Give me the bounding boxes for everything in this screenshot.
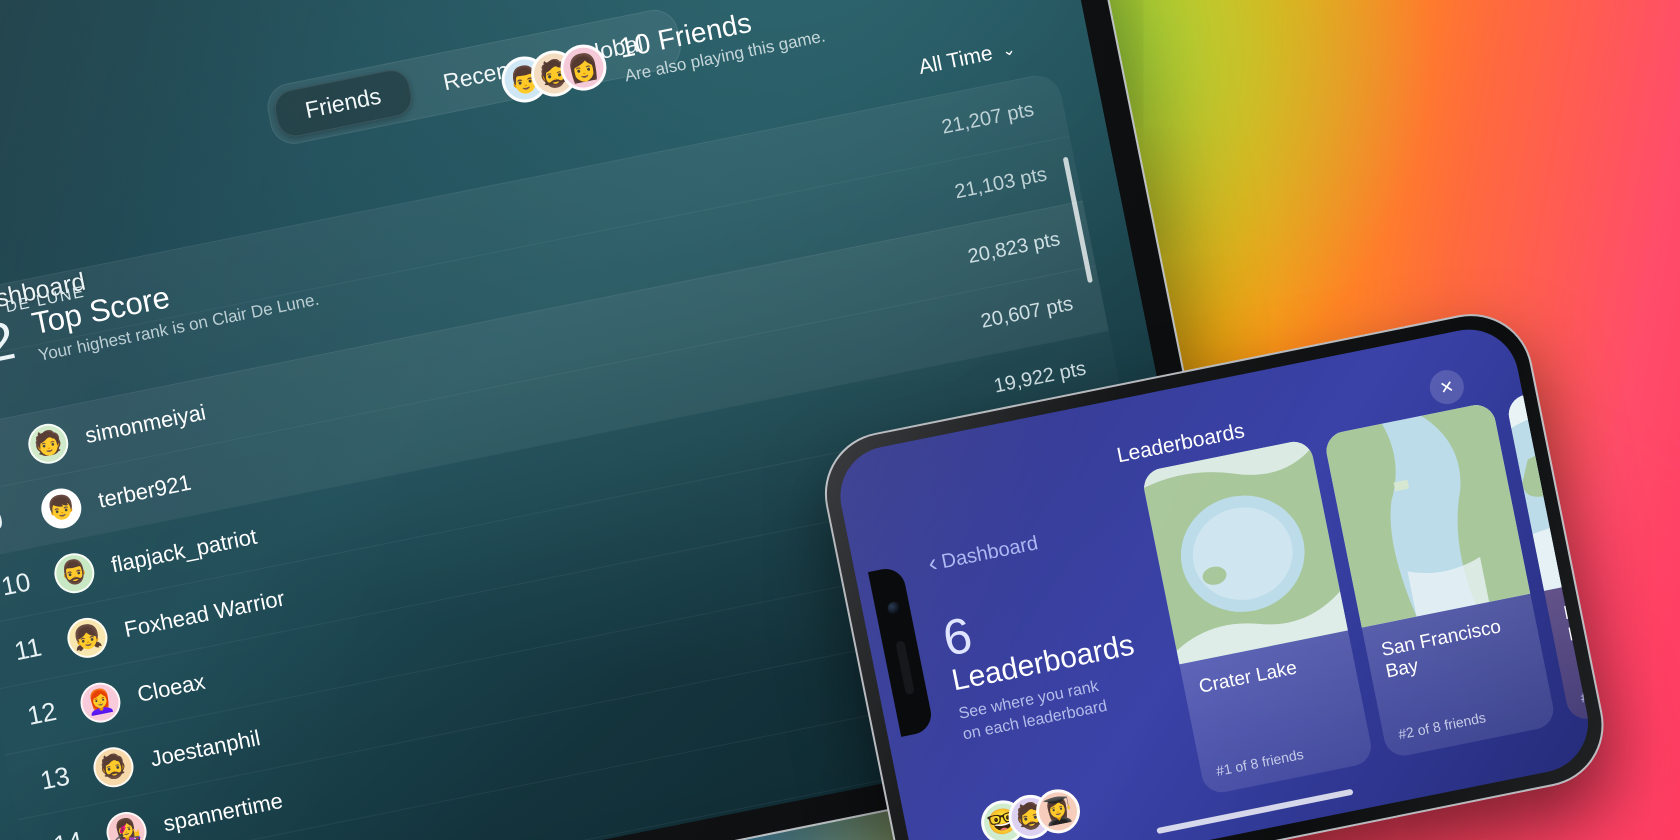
time-filter-label: All Time xyxy=(916,41,995,80)
row-points: 21,207 pts xyxy=(939,98,1036,139)
iphone-notch xyxy=(867,565,935,737)
row-rank: 13 xyxy=(37,760,73,796)
avatar: 🧔 xyxy=(89,743,137,791)
row-rank xyxy=(0,318,2,329)
row-rank xyxy=(0,383,16,394)
row-rank: 11 xyxy=(11,631,45,667)
front-camera-icon xyxy=(886,600,902,616)
row-points: 20,607 pts xyxy=(979,292,1075,333)
leaderboards-summary: 6 Leaderboards See where you rank on eac… xyxy=(938,573,1171,745)
avatar: 👩‍🎤 xyxy=(102,807,150,840)
iphone-friends-summary[interactable]: 🤓 🧔 👩‍🎓 8 Friends Playing this game xyxy=(977,782,1114,840)
iphone-back-label: Dashboard xyxy=(939,532,1040,574)
avatar: 👦 xyxy=(37,484,85,532)
iphone-back-to-dashboard-button[interactable]: ‹ Dashboard xyxy=(925,532,1041,578)
row-points: 21,103 pts xyxy=(952,163,1049,204)
row-rank: 10 xyxy=(0,566,33,602)
avatar: 🧔‍♂️ xyxy=(50,549,98,597)
row-rank: 9 xyxy=(0,504,6,537)
time-filter-dropdown[interactable]: All Time ⌄ xyxy=(917,37,1018,80)
leaderboard-map-thumbnail xyxy=(1140,438,1348,665)
chevron-down-icon: ⌄ xyxy=(1000,41,1018,61)
tab-friends[interactable]: Friends xyxy=(271,66,415,140)
row-rank: 14 xyxy=(51,820,110,840)
row-rank: 12 xyxy=(24,695,60,731)
leaderboard-map-thumbnail xyxy=(1322,401,1531,628)
row-points: 20,823 pts xyxy=(965,228,1062,269)
row-rank: 8 xyxy=(0,432,32,473)
avatar: 🧑 xyxy=(24,419,72,467)
leaderboard-card-rank: #1 of 8 friends xyxy=(1214,745,1305,780)
chevron-left-icon: ‹ xyxy=(925,548,940,578)
leaderboard-card-rank: #2 of 8 friends xyxy=(1396,709,1488,743)
leaderboard-card-name: San Francisco Bay xyxy=(1379,616,1503,683)
avatar: 👧 xyxy=(63,613,111,661)
home-indicator[interactable] xyxy=(1156,788,1354,835)
earpiece-speaker xyxy=(895,640,915,696)
leaderboard-card-name: Crater Lake xyxy=(1197,657,1299,698)
avatar: 👩‍🦰 xyxy=(76,678,124,726)
iphone-friends-avatar-stack: 🤓 🧔 👩‍🎓 xyxy=(977,782,1102,840)
